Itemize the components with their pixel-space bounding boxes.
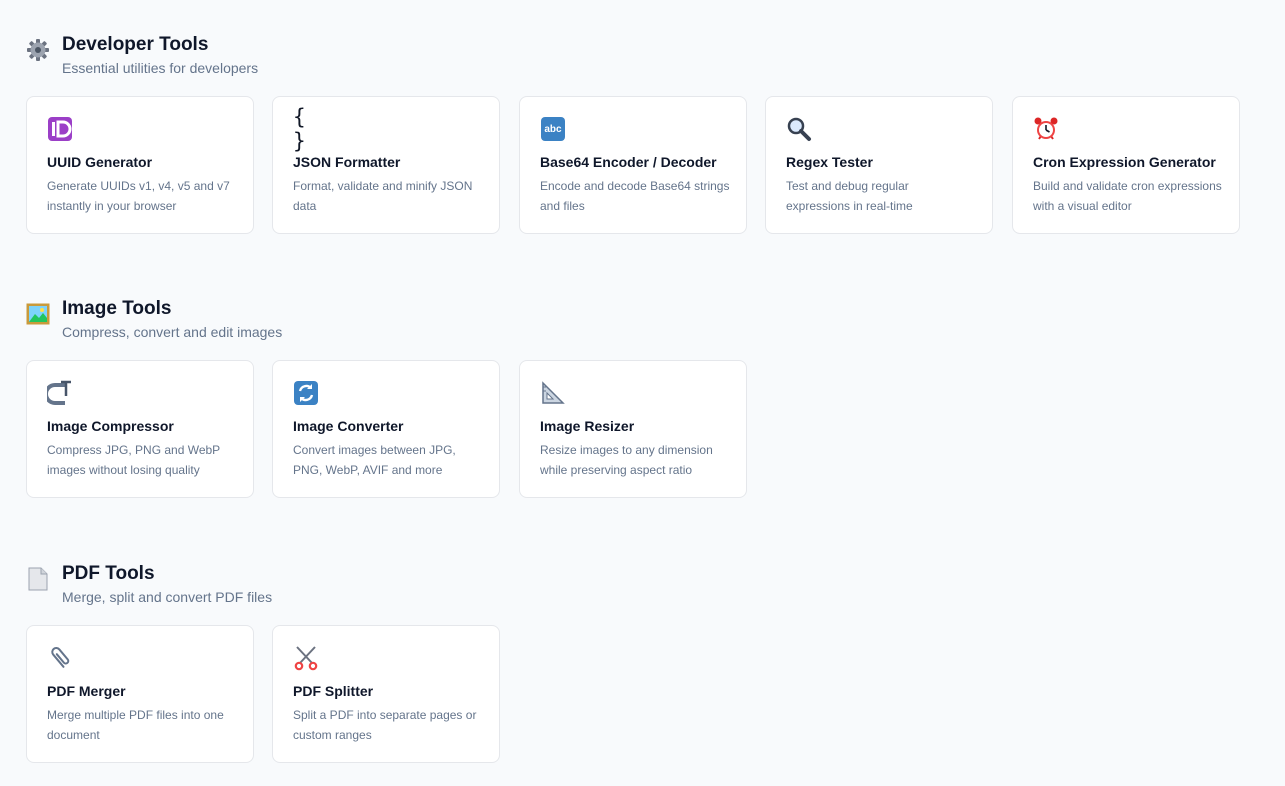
tool-title: Image Converter (293, 418, 404, 434)
tool-description: Resize images to any dimension while pre… (540, 443, 713, 477)
paperclip-icon (47, 645, 73, 671)
tool-description: Format, validate and minify JSON data (293, 179, 473, 213)
tool-description: Test and debug regular expressions in re… (786, 179, 913, 213)
alarm-clock-icon (1033, 116, 1059, 142)
tools-page: Developer Tools Essential utilities for … (0, 0, 1285, 786)
scissors-icon (293, 645, 319, 671)
section-title: Developer Tools (62, 34, 209, 55)
section-title: Image Tools (62, 298, 172, 319)
tool-card-image-compressor[interactable]: Image Compressor Compress JPG, PNG and W… (26, 360, 254, 498)
framed-picture-icon (26, 302, 50, 326)
tool-card-image-converter[interactable]: Image Converter Convert images between J… (272, 360, 500, 498)
tool-description: Compress JPG, PNG and WebP images withou… (47, 443, 220, 477)
tool-description: Build and validate cron expressions with… (1033, 179, 1222, 213)
clamp-icon (47, 380, 73, 406)
tool-title: Image Compressor (47, 418, 174, 434)
section-subtitle: Essential utilities for developers (62, 60, 259, 76)
tool-card-pdf-merger[interactable]: PDF Merger Merge multiple PDF files into… (26, 625, 254, 763)
tool-description: Generate UUIDs v1, v4, v5 and v7 instant… (47, 179, 230, 213)
tool-card-pdf-splitter[interactable]: PDF Splitter Split a PDF into separate p… (272, 625, 500, 763)
tool-title: PDF Merger (47, 683, 126, 699)
id-badge-icon (47, 116, 73, 142)
tool-title: Base64 Encoder / Decoder (540, 154, 717, 170)
triangular-ruler-icon (540, 380, 566, 406)
refresh-arrows-icon (293, 380, 319, 406)
tool-card-uuid-generator[interactable]: UUID Generator Generate UUIDs v1, v4, v5… (26, 96, 254, 234)
tool-title: JSON Formatter (293, 154, 401, 170)
tool-description: Convert images between JPG, PNG, WebP, A… (293, 443, 456, 477)
abc-badge-text: abc (541, 117, 565, 141)
tool-description: Merge multiple PDF files into one docume… (47, 708, 224, 742)
section-subtitle: Merge, split and convert PDF files (62, 589, 273, 605)
tool-title: UUID Generator (47, 154, 153, 170)
tool-card-base64[interactable]: abc Base64 Encoder / Decoder Encode and … (519, 96, 747, 234)
tool-title: Cron Expression Generator (1033, 154, 1216, 170)
tool-title: Regex Tester (786, 154, 873, 170)
abc-badge-icon: abc (540, 116, 566, 142)
tool-title: PDF Splitter (293, 683, 374, 699)
section-title: PDF Tools (62, 563, 155, 584)
section-subtitle: Compress, convert and edit images (62, 324, 283, 340)
tool-description: Encode and decode Base64 strings and fil… (540, 179, 730, 213)
tool-description: Split a PDF into separate pages or custo… (293, 708, 477, 742)
tool-title: Image Resizer (540, 418, 635, 434)
gear-icon (26, 38, 50, 62)
tool-card-json-formatter[interactable]: { } JSON Formatter Format, validate and … (272, 96, 500, 234)
magnifier-icon (786, 116, 812, 142)
tool-card-regex-tester[interactable]: Regex Tester Test and debug regular expr… (765, 96, 993, 234)
tool-card-image-resizer[interactable]: Image Resizer Resize images to any dimen… (519, 360, 747, 498)
braces-icon: { } (293, 105, 306, 153)
tool-card-cron-generator[interactable]: Cron Expression Generator Build and vali… (1012, 96, 1240, 234)
document-page-icon (26, 567, 50, 591)
